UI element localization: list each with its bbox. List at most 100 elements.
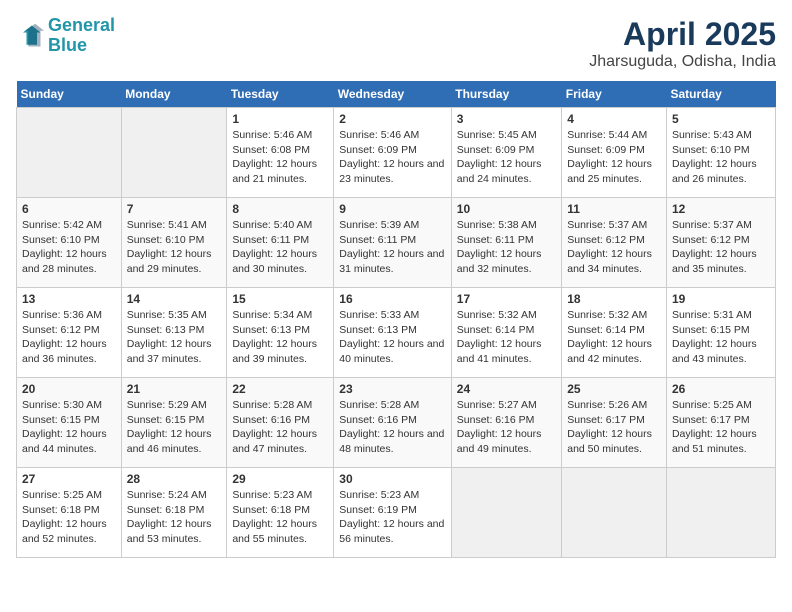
calendar-body: 1 Sunrise: 5:46 AMSunset: 6:08 PMDaylight… [17,108,776,558]
day-info: Sunrise: 5:34 AMSunset: 6:13 PMDaylight:… [232,308,328,367]
day-number: 30 [339,472,446,486]
day-info: Sunrise: 5:25 AMSunset: 6:17 PMDaylight:… [672,398,770,457]
calendar-cell: 26Sunrise: 5:25 AMSunset: 6:17 PMDayligh… [666,378,775,468]
day-header-friday: Friday [562,81,667,108]
logo-icon [16,22,44,50]
calendar-cell [17,108,122,198]
day-info: Sunrise: 5:32 AMSunset: 6:14 PMDaylight:… [457,308,556,367]
calendar-cell: 15 Sunrise: 5:34 AMSunset: 6:13 PMDayligh… [227,288,334,378]
calendar-cell: 17Sunrise: 5:32 AMSunset: 6:14 PMDayligh… [451,288,561,378]
day-info: Sunrise: 5:46 AMSunset: 6:08 PMDaylight:… [232,128,328,187]
day-number: 18 [567,292,661,306]
day-number: 21 [127,382,222,396]
day-number: 28 [127,472,222,486]
calendar-cell: 18 Sunrise: 5:32 AMSunset: 6:14 PMDayligh… [562,288,667,378]
day-info: Sunrise: 5:30 AMSunset: 6:15 PMDaylight:… [22,398,116,457]
calendar-cell: 27 Sunrise: 5:25 AMSunset: 6:18 PMDayligh… [17,468,122,558]
calendar-cell: 4 Sunrise: 5:44 AMSunset: 6:09 PMDaylight… [562,108,667,198]
calendar-cell [121,108,227,198]
day-header-sunday: Sunday [17,81,122,108]
day-info: Sunrise: 5:32 AMSunset: 6:14 PMDaylight:… [567,308,661,367]
calendar-cell: 12Sunrise: 5:37 AMSunset: 6:12 PMDayligh… [666,198,775,288]
day-info: Sunrise: 5:39 AMSunset: 6:11 PMDaylight:… [339,218,446,277]
day-number: 23 [339,382,446,396]
week-row-4: 20 Sunrise: 5:30 AMSunset: 6:15 PMDayligh… [17,378,776,468]
calendar-cell: 16 Sunrise: 5:33 AMSunset: 6:13 PMDayligh… [334,288,452,378]
logo-text: General Blue [48,16,115,56]
day-number: 8 [232,202,328,216]
day-info: Sunrise: 5:23 AMSunset: 6:19 PMDaylight:… [339,488,446,547]
calendar-cell: 10 Sunrise: 5:38 AMSunset: 6:11 PMDayligh… [451,198,561,288]
logo-line1: General [48,15,115,35]
day-number: 1 [232,112,328,126]
day-number: 10 [457,202,556,216]
calendar-cell: 28 Sunrise: 5:24 AMSunset: 6:18 PMDayligh… [121,468,227,558]
day-number: 20 [22,382,116,396]
calendar-cell: 1 Sunrise: 5:46 AMSunset: 6:08 PMDaylight… [227,108,334,198]
day-number: 16 [339,292,446,306]
logo: General Blue [16,16,115,56]
day-info: Sunrise: 5:37 AMSunset: 6:12 PMDaylight:… [672,218,770,277]
day-number: 27 [22,472,116,486]
week-row-5: 27 Sunrise: 5:25 AMSunset: 6:18 PMDayligh… [17,468,776,558]
day-number: 14 [127,292,222,306]
calendar-cell: 9 Sunrise: 5:39 AMSunset: 6:11 PMDaylight… [334,198,452,288]
calendar-cell: 22Sunrise: 5:28 AMSunset: 6:16 PMDayligh… [227,378,334,468]
calendar-cell: 8Sunrise: 5:40 AMSunset: 6:11 PMDaylight… [227,198,334,288]
day-number: 24 [457,382,556,396]
day-number: 4 [567,112,661,126]
day-info: Sunrise: 5:28 AMSunset: 6:16 PMDaylight:… [232,398,328,457]
calendar-table: SundayMondayTuesdayWednesdayThursdayFrid… [16,81,776,558]
day-info: Sunrise: 5:38 AMSunset: 6:11 PMDaylight:… [457,218,556,277]
calendar-header-row: SundayMondayTuesdayWednesdayThursdayFrid… [17,81,776,108]
day-info: Sunrise: 5:42 AMSunset: 6:10 PMDaylight:… [22,218,116,277]
calendar-cell: 25Sunrise: 5:26 AMSunset: 6:17 PMDayligh… [562,378,667,468]
title-area: April 2025 Jharsuguda, Odisha, India [589,16,776,71]
day-number: 25 [567,382,661,396]
day-number: 2 [339,112,446,126]
day-info: Sunrise: 5:24 AMSunset: 6:18 PMDaylight:… [127,488,222,547]
day-number: 9 [339,202,446,216]
day-header-monday: Monday [121,81,227,108]
day-number: 7 [127,202,222,216]
calendar-cell: 6 Sunrise: 5:42 AMSunset: 6:10 PMDaylight… [17,198,122,288]
day-info: Sunrise: 5:41 AMSunset: 6:10 PMDaylight:… [127,218,222,277]
calendar-cell: 3 Sunrise: 5:45 AMSunset: 6:09 PMDaylight… [451,108,561,198]
calendar-cell: 20 Sunrise: 5:30 AMSunset: 6:15 PMDayligh… [17,378,122,468]
day-info: Sunrise: 5:46 AMSunset: 6:09 PMDaylight:… [339,128,446,187]
calendar-cell: 19 Sunrise: 5:31 AMSunset: 6:15 PMDayligh… [666,288,775,378]
day-number: 19 [672,292,770,306]
calendar-cell [562,468,667,558]
day-number: 29 [232,472,328,486]
day-info: Sunrise: 5:33 AMSunset: 6:13 PMDaylight:… [339,308,446,367]
day-header-wednesday: Wednesday [334,81,452,108]
day-info: Sunrise: 5:36 AMSunset: 6:12 PMDaylight:… [22,308,116,367]
logo-line2: Blue [48,35,87,55]
calendar-cell: 11 Sunrise: 5:37 AMSunset: 6:12 PMDayligh… [562,198,667,288]
calendar-cell [666,468,775,558]
day-info: Sunrise: 5:45 AMSunset: 6:09 PMDaylight:… [457,128,556,187]
calendar-cell: 5Sunrise: 5:43 AMSunset: 6:10 PMDaylight… [666,108,775,198]
day-number: 6 [22,202,116,216]
day-info: Sunrise: 5:27 AMSunset: 6:16 PMDaylight:… [457,398,556,457]
header: General Blue April 2025 Jharsuguda, Odis… [16,16,776,71]
day-header-thursday: Thursday [451,81,561,108]
day-info: Sunrise: 5:37 AMSunset: 6:12 PMDaylight:… [567,218,661,277]
day-number: 15 [232,292,328,306]
day-header-saturday: Saturday [666,81,775,108]
week-row-3: 13Sunrise: 5:36 AMSunset: 6:12 PMDayligh… [17,288,776,378]
day-number: 11 [567,202,661,216]
day-number: 3 [457,112,556,126]
calendar-cell: 13Sunrise: 5:36 AMSunset: 6:12 PMDayligh… [17,288,122,378]
calendar-cell: 7 Sunrise: 5:41 AMSunset: 6:10 PMDaylight… [121,198,227,288]
day-info: Sunrise: 5:44 AMSunset: 6:09 PMDaylight:… [567,128,661,187]
day-info: Sunrise: 5:31 AMSunset: 6:15 PMDaylight:… [672,308,770,367]
day-info: Sunrise: 5:28 AMSunset: 6:16 PMDaylight:… [339,398,446,457]
day-header-tuesday: Tuesday [227,81,334,108]
day-info: Sunrise: 5:25 AMSunset: 6:18 PMDaylight:… [22,488,116,547]
calendar-cell: 24 Sunrise: 5:27 AMSunset: 6:16 PMDayligh… [451,378,561,468]
day-info: Sunrise: 5:35 AMSunset: 6:13 PMDaylight:… [127,308,222,367]
week-row-1: 1 Sunrise: 5:46 AMSunset: 6:08 PMDaylight… [17,108,776,198]
day-info: Sunrise: 5:43 AMSunset: 6:10 PMDaylight:… [672,128,770,187]
calendar-cell: 29Sunrise: 5:23 AMSunset: 6:18 PMDayligh… [227,468,334,558]
